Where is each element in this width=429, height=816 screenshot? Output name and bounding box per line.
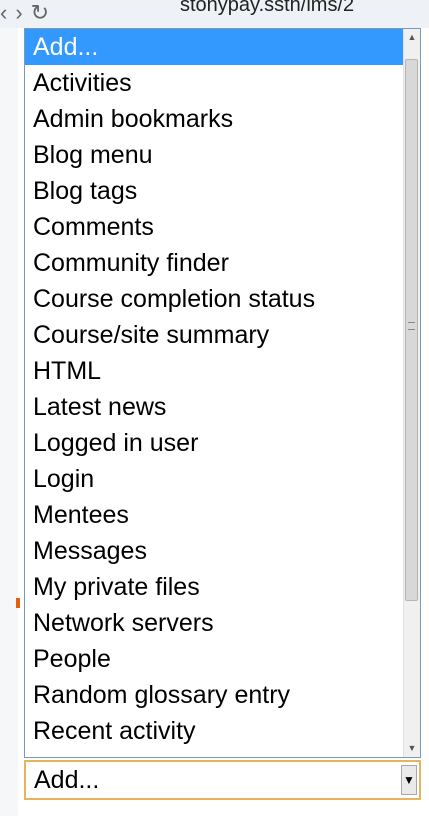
dropdown-option[interactable]: Latest news <box>25 389 404 425</box>
dropdown-option[interactable]: Random glossary entry <box>25 677 404 713</box>
dropdown-option[interactable]: Course completion status <box>25 281 404 317</box>
dropdown-option[interactable]: Blog menu <box>25 137 404 173</box>
page-accent-mark <box>16 598 20 608</box>
block-dropdown-list[interactable]: Add... Activities Admin bookmarks Blog menu… <box>24 28 421 758</box>
dropdown-option[interactable]: Messages <box>25 533 404 569</box>
add-block-select[interactable]: Add... ▼ <box>24 760 421 800</box>
dropdown-option[interactable]: Recent activity <box>25 713 404 749</box>
dropdown-option[interactable]: Login <box>25 461 404 497</box>
dropdown-option[interactable]: My private files <box>25 569 404 605</box>
scrollbar-grip-icon <box>408 322 415 330</box>
dropdown-option[interactable]: HTML <box>25 353 404 389</box>
dropdown-option[interactable]: Logged in user <box>25 425 404 461</box>
dropdown-option[interactable]: Mentees <box>25 497 404 533</box>
browser-chrome: ‹›↻ stonypay.ssth/lms/2 <box>0 0 429 28</box>
dropdown-option[interactable]: Comments <box>25 209 404 245</box>
scrollbar-thumb[interactable] <box>405 59 418 601</box>
dropdown-option[interactable]: Activities <box>25 65 404 101</box>
options-list: Add... Activities Admin bookmarks Blog menu… <box>25 29 404 757</box>
scrollbar[interactable]: ▲ ▼ <box>403 29 420 757</box>
browser-url[interactable]: stonypay.ssth/lms/2 <box>180 0 354 17</box>
page-background <box>0 28 18 816</box>
scroll-down-arrow-icon[interactable]: ▼ <box>404 740 420 757</box>
dropdown-option[interactable]: People <box>25 641 404 677</box>
chevron-down-icon[interactable]: ▼ <box>401 765 417 795</box>
select-value: Add... <box>34 766 100 794</box>
browser-nav-icons: ‹›↻ <box>0 0 58 25</box>
dropdown-option[interactable]: Admin bookmarks <box>25 101 404 137</box>
dropdown-option[interactable]: Blog tags <box>25 173 404 209</box>
dropdown-option[interactable]: Community finder <box>25 245 404 281</box>
dropdown-option[interactable]: Add... <box>25 29 404 65</box>
dropdown-option[interactable]: Network servers <box>25 605 404 641</box>
dropdown-option[interactable]: Course/site summary <box>25 317 404 353</box>
scroll-up-arrow-icon[interactable]: ▲ <box>404 29 420 46</box>
